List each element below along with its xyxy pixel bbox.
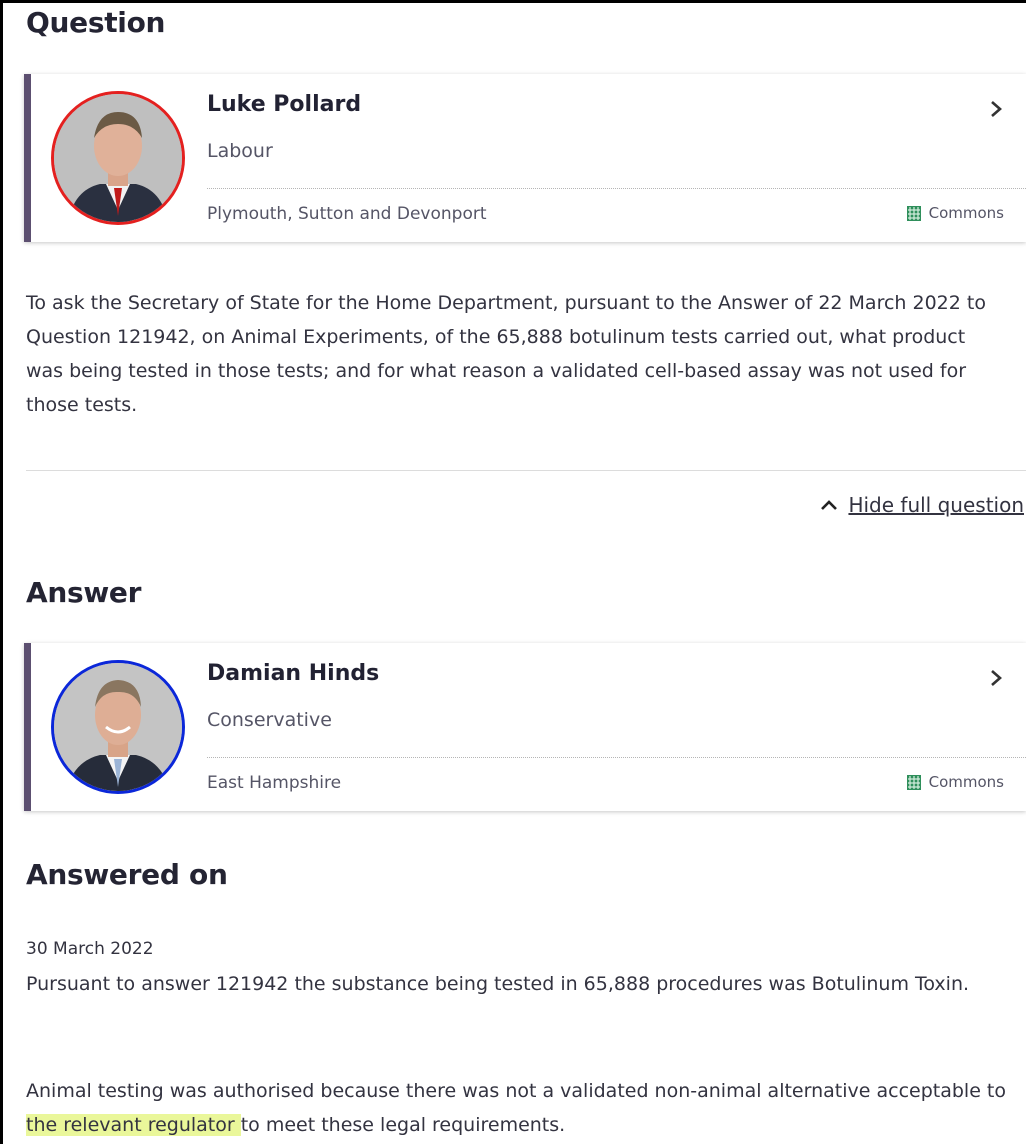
portrait-image — [54, 663, 182, 791]
question-heading: Question — [26, 6, 166, 39]
member-party: Conservative — [207, 709, 332, 731]
member-party: Labour — [207, 140, 273, 162]
answer-paragraph-2: Animal testing was authorised because th… — [26, 1074, 1006, 1142]
answer-date: 30 March 2022 — [26, 939, 154, 959]
portrait-image — [54, 94, 182, 222]
toggle-label[interactable]: Hide full question — [848, 493, 1024, 517]
member-name[interactable]: Luke Pollard — [207, 92, 361, 117]
question-text: To ask the Secretary of State for the Ho… — [26, 292, 986, 416]
member-name[interactable]: Damian Hinds — [207, 661, 379, 686]
house-name: Commons — [928, 773, 1004, 791]
house-label: Commons — [905, 773, 1004, 791]
card-divider — [207, 188, 1026, 189]
house-label: Commons — [905, 204, 1004, 222]
portcullis-icon — [906, 206, 921, 221]
answer-heading: Answer — [26, 576, 142, 609]
highlighted-text: the relevant regulator — [26, 1114, 241, 1136]
section-divider — [26, 470, 1026, 471]
question-member-card[interactable]: Luke Pollard Labour Plymouth, Sutton and… — [24, 74, 1026, 242]
chevron-right-icon[interactable] — [986, 96, 1006, 122]
answer-paragraph-2-start: Animal testing was authorised because th… — [26, 1080, 1007, 1102]
hide-full-question-link[interactable]: Hide full question — [820, 493, 1024, 517]
answered-on-heading: Answered on — [26, 858, 228, 891]
member-avatar — [51, 91, 185, 225]
answer-member-card[interactable]: Damian Hinds Conservative East Hampshire… — [24, 643, 1026, 811]
card-divider — [207, 757, 1026, 758]
portcullis-icon — [906, 775, 921, 790]
member-constituency: East Hampshire — [207, 773, 342, 793]
member-avatar — [51, 660, 185, 794]
answer-paragraph-1: Pursuant to answer 121942 the substance … — [26, 973, 970, 995]
house-name: Commons — [928, 204, 1004, 222]
answer-paragraph-2-end: to meet these legal requirements. — [240, 1114, 566, 1136]
chevron-up-icon — [821, 500, 838, 510]
chevron-right-icon[interactable] — [986, 665, 1006, 691]
member-constituency: Plymouth, Sutton and Devonport — [207, 204, 487, 224]
